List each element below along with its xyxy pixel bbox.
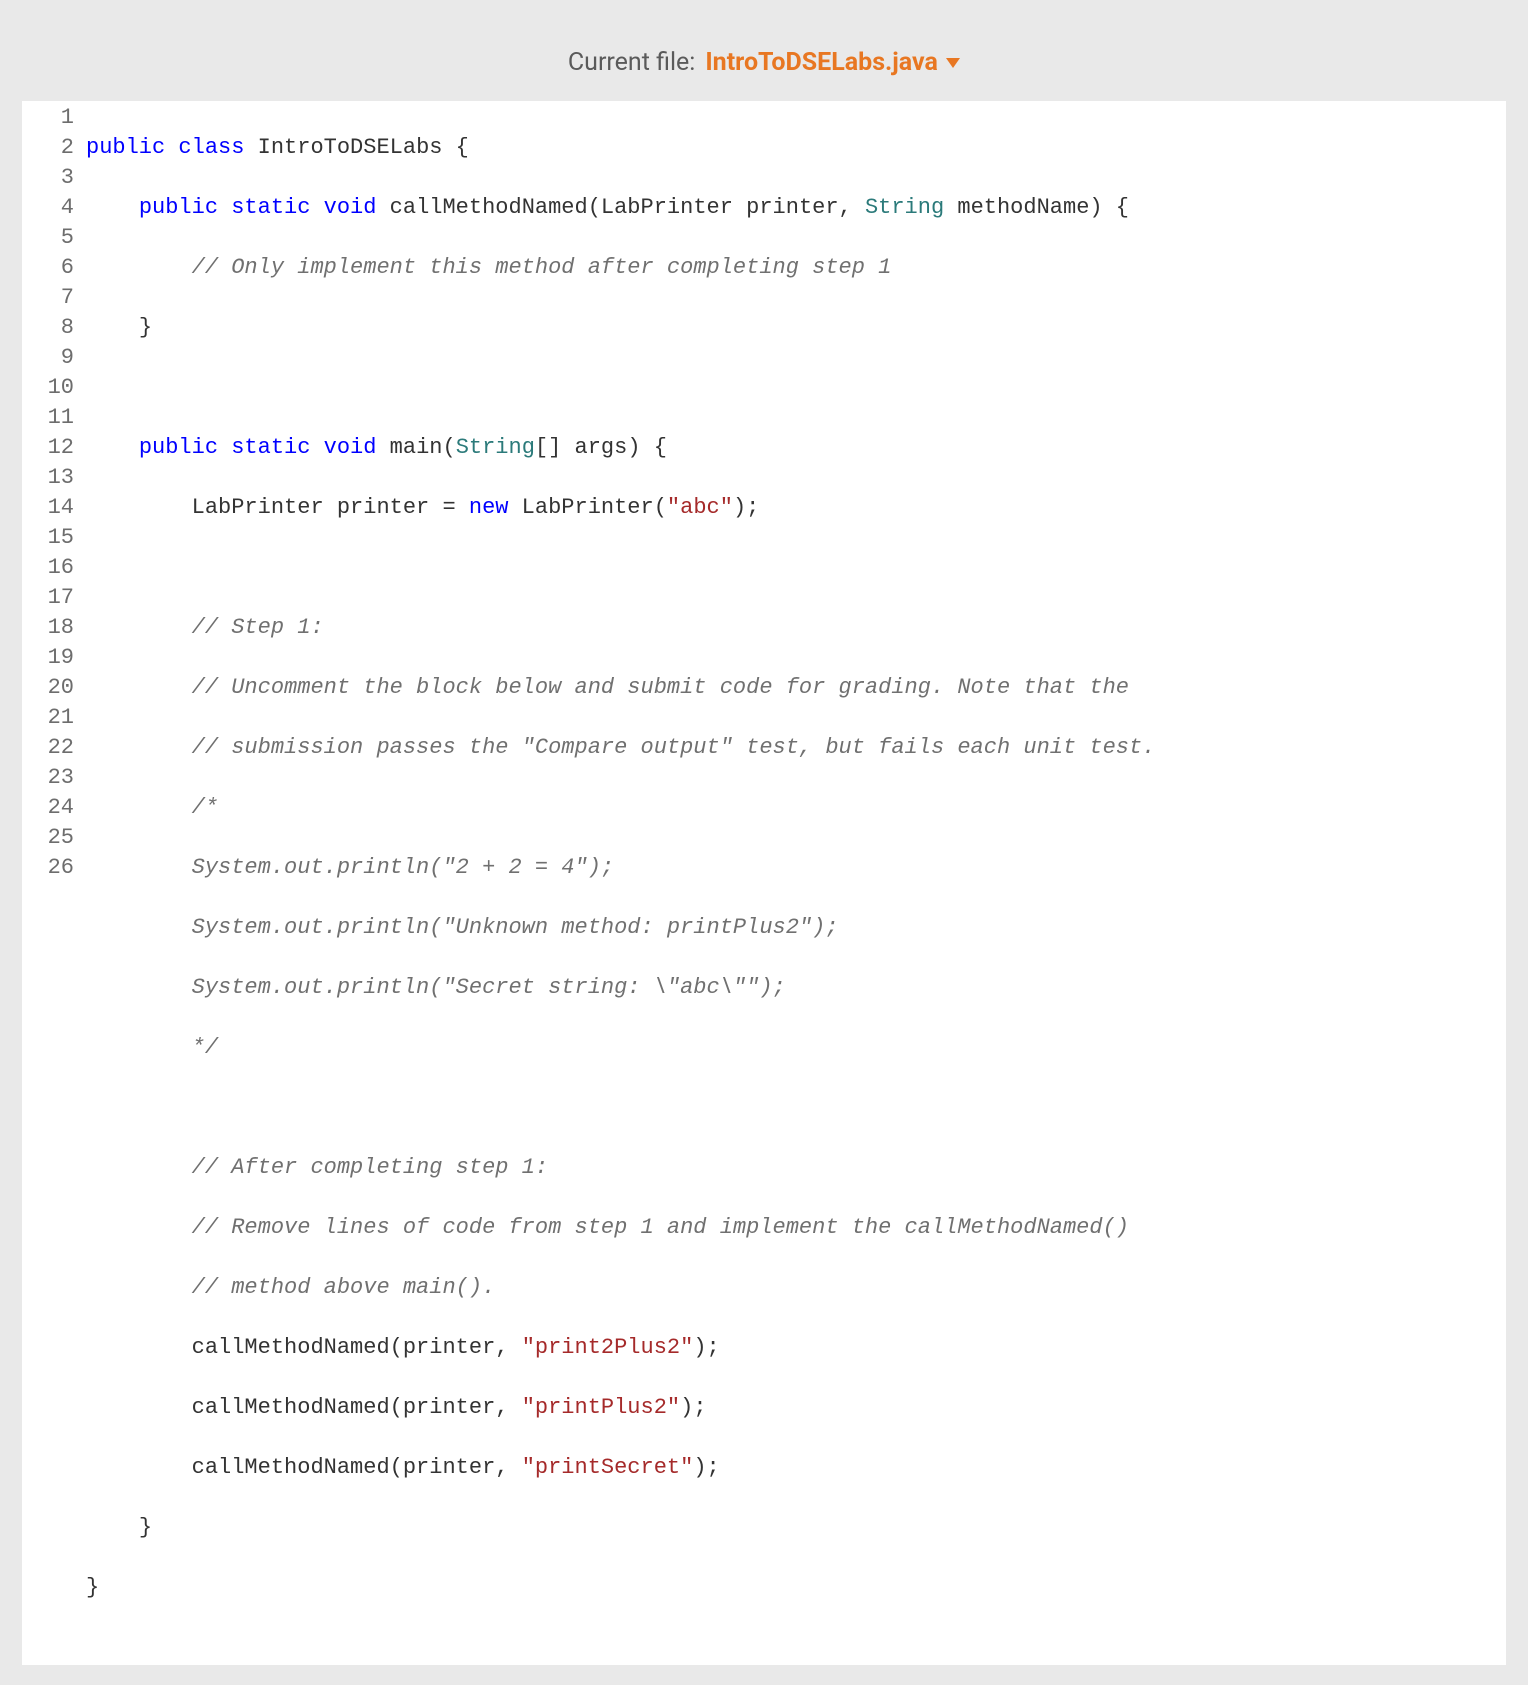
line-number: 7 (30, 283, 74, 313)
line-number: 6 (30, 253, 74, 283)
line-number: 20 (30, 673, 74, 703)
line-number: 26 (30, 853, 74, 883)
code-line[interactable]: } (86, 313, 1494, 343)
line-number: 23 (30, 763, 74, 793)
line-number: 1 (30, 103, 74, 133)
code-line[interactable]: // Step 1: (86, 613, 1494, 643)
code-line[interactable]: public static void callMethodNamed(LabPr… (86, 193, 1494, 223)
code-line[interactable]: LabPrinter printer = new LabPrinter("abc… (86, 493, 1494, 523)
code-line[interactable]: System.out.println("2 + 2 = 4"); (86, 853, 1494, 883)
code-editor[interactable]: 1 2 3 4 5 6 7 8 9 10 11 12 13 14 15 16 1… (22, 101, 1506, 1665)
code-line[interactable]: callMethodNamed(printer, "print2Plus2"); (86, 1333, 1494, 1363)
line-number: 19 (30, 643, 74, 673)
file-dropdown[interactable]: IntroToDSELabs.java (705, 48, 960, 77)
code-line[interactable]: // submission passes the "Compare output… (86, 733, 1494, 763)
code-line[interactable]: // Remove lines of code from step 1 and … (86, 1213, 1494, 1243)
line-number: 22 (30, 733, 74, 763)
code-line[interactable]: /* (86, 793, 1494, 823)
code-line[interactable]: callMethodNamed(printer, "printPlus2"); (86, 1393, 1494, 1423)
line-number: 11 (30, 403, 74, 433)
code-area[interactable]: public class IntroToDSELabs { public sta… (80, 101, 1506, 1665)
code-line[interactable]: public class IntroToDSELabs { (86, 133, 1494, 163)
line-number: 5 (30, 223, 74, 253)
code-line[interactable]: System.out.println("Unknown method: prin… (86, 913, 1494, 943)
code-line[interactable]: callMethodNamed(printer, "printSecret"); (86, 1453, 1494, 1483)
line-number: 15 (30, 523, 74, 553)
code-line[interactable]: System.out.println("Secret string: \"abc… (86, 973, 1494, 1003)
line-number: 9 (30, 343, 74, 373)
line-number: 2 (30, 133, 74, 163)
code-line[interactable] (86, 1093, 1494, 1123)
code-line[interactable]: // After completing step 1: (86, 1153, 1494, 1183)
line-number: 14 (30, 493, 74, 523)
line-number: 13 (30, 463, 74, 493)
line-number: 17 (30, 583, 74, 613)
line-number: 3 (30, 163, 74, 193)
line-number: 18 (30, 613, 74, 643)
code-line[interactable]: public static void main(String[] args) { (86, 433, 1494, 463)
line-number: 21 (30, 703, 74, 733)
line-number: 12 (30, 433, 74, 463)
code-line[interactable]: } (86, 1573, 1494, 1603)
code-line[interactable]: // Uncomment the block below and submit … (86, 673, 1494, 703)
file-header: Current file: IntroToDSELabs.java (22, 20, 1506, 101)
code-line[interactable] (86, 553, 1494, 583)
line-number: 10 (30, 373, 74, 403)
line-number: 25 (30, 823, 74, 853)
current-file-name: IntroToDSELabs.java (705, 48, 938, 77)
line-number: 4 (30, 193, 74, 223)
code-line[interactable]: // method above main(). (86, 1273, 1494, 1303)
line-number: 8 (30, 313, 74, 343)
code-line[interactable] (86, 373, 1494, 403)
line-number: 16 (30, 553, 74, 583)
code-line[interactable]: */ (86, 1033, 1494, 1063)
line-number: 24 (30, 793, 74, 823)
current-file-label: Current file: (568, 48, 695, 77)
caret-down-icon (946, 58, 960, 68)
line-number-gutter: 1 2 3 4 5 6 7 8 9 10 11 12 13 14 15 16 1… (22, 101, 80, 1665)
code-line[interactable]: } (86, 1513, 1494, 1543)
code-line[interactable]: // Only implement this method after comp… (86, 253, 1494, 283)
